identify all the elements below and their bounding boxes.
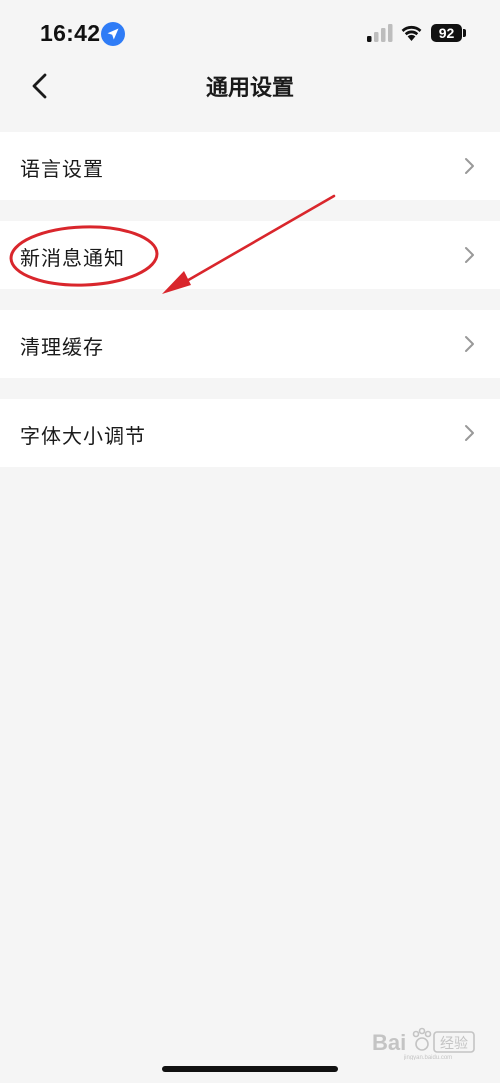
settings-item-label: 新消息通知 [20,246,125,270]
location-arrow-icon [101,22,125,46]
settings-item-new-message-notification[interactable]: 新消息通知 [0,221,500,289]
svg-text:经验: 经验 [440,1036,468,1052]
svg-text:jingyan.baidu.com: jingyan.baidu.com [403,1055,452,1060]
settings-item-label: 清理缓存 [20,335,104,359]
settings-item-font-size[interactable]: 字体大小调节 [0,399,500,467]
status-time: 16:42 [40,20,101,46]
settings-item-language[interactable]: 语言设置 [0,132,500,200]
chevron-right-icon [465,247,474,263]
battery-indicator: 92 [431,24,462,42]
chevron-right-icon [465,336,474,352]
chevron-right-icon [465,425,474,441]
cellular-signal-icon [367,24,393,42]
battery-tip [463,29,466,37]
settings-item-label: 字体大小调节 [20,424,146,448]
settings-item-clear-cache[interactable]: 清理缓存 [0,310,500,378]
svg-text:Bai: Bai [372,1030,406,1055]
chevron-right-icon [465,158,474,174]
nav-bar: 通用设置 [0,66,500,106]
settings-item-label: 语言设置 [20,157,104,181]
home-indicator[interactable] [162,1066,338,1072]
watermark-logo: Bai 经验 jingyan.baidu.com [372,1027,475,1060]
status-bar: 16:42 92 [0,0,500,66]
wifi-icon [401,25,422,41]
page-title: 通用设置 [205,76,294,101]
